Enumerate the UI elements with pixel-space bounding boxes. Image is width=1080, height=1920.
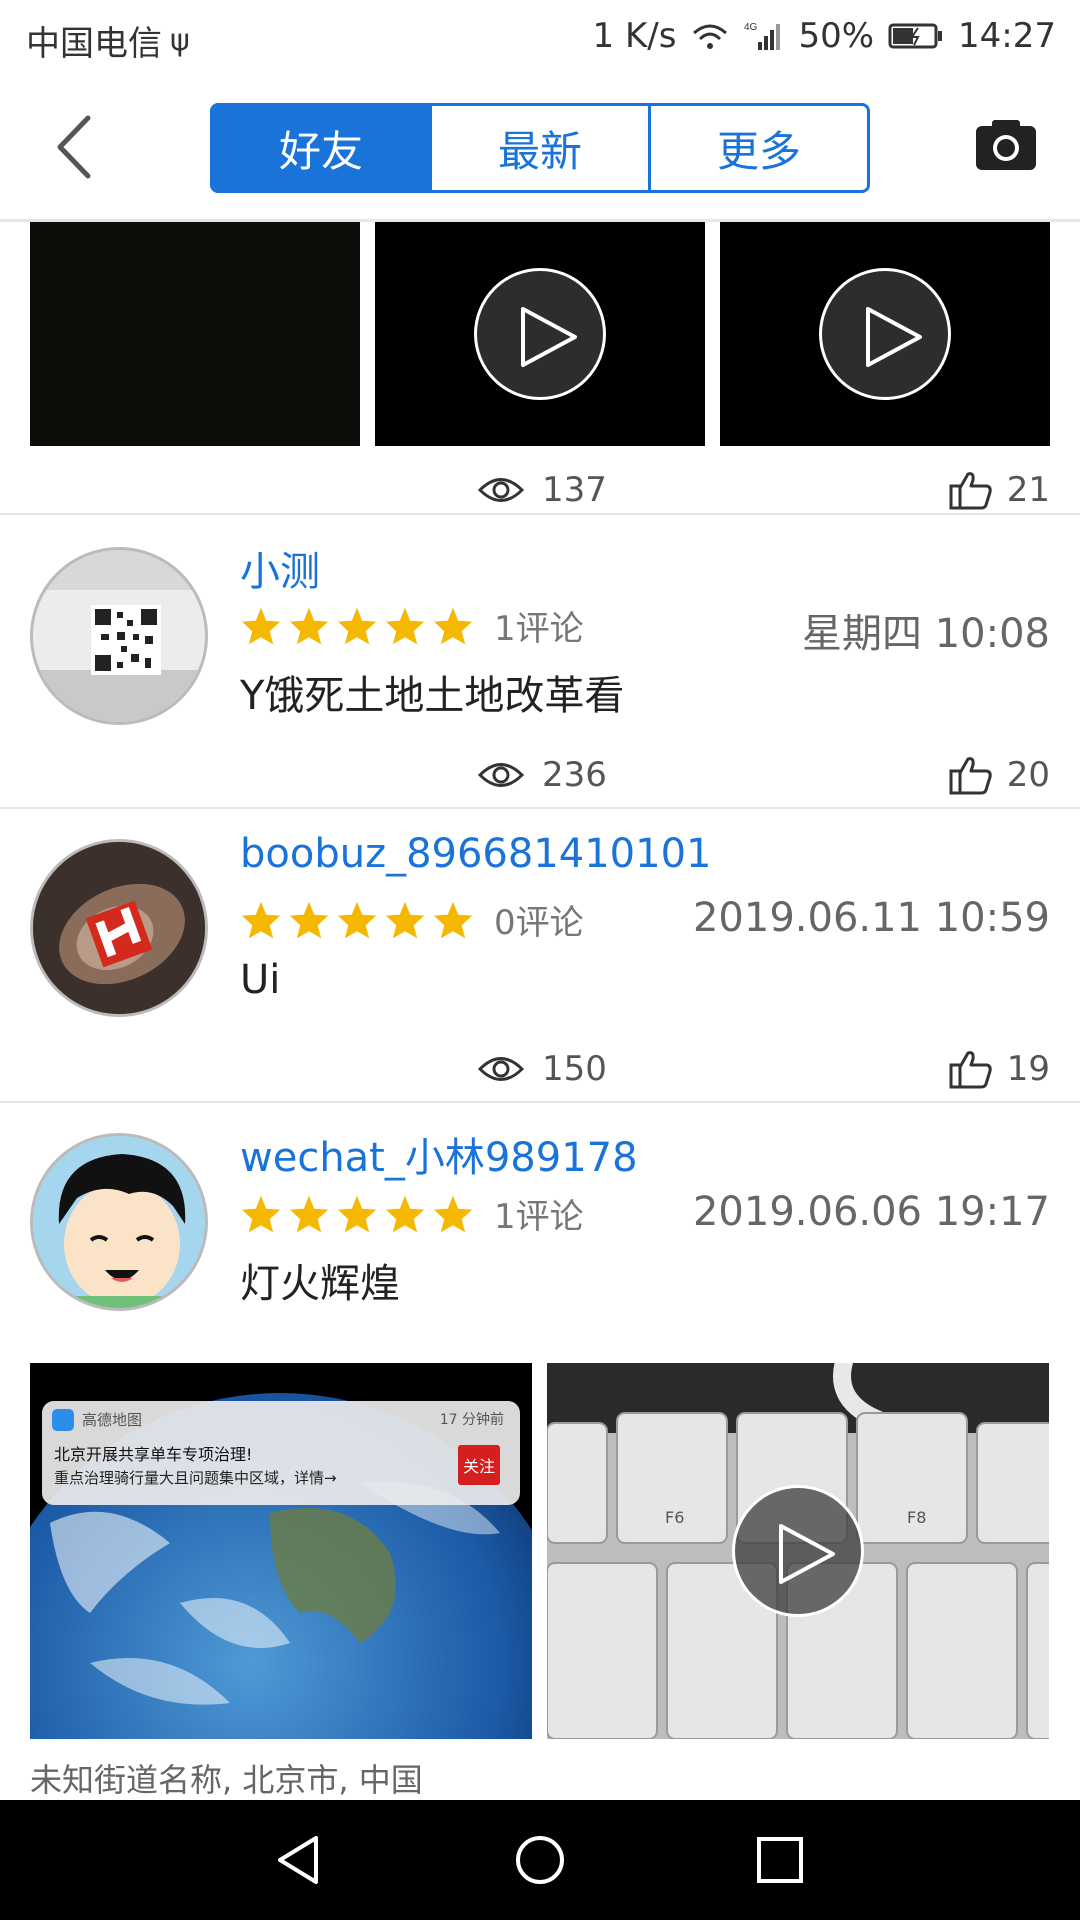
avatar[interactable] bbox=[30, 839, 208, 1017]
nav-recents-icon[interactable] bbox=[750, 1830, 810, 1890]
svg-text:F8: F8 bbox=[907, 1508, 926, 1527]
nav-back-icon[interactable] bbox=[270, 1830, 330, 1890]
thumbs-up-icon bbox=[949, 757, 992, 795]
star-rating: 1评论 bbox=[240, 601, 584, 650]
notification-card: 高德地图 17 分钟前 北京开展共享单车专项治理! 重点治理骑行量大且问题集中区… bbox=[42, 1401, 520, 1505]
username[interactable]: boobuz_896681410101 bbox=[240, 831, 711, 877]
star-icon bbox=[241, 607, 281, 644]
like-button[interactable]: 20 bbox=[949, 755, 1050, 795]
username[interactable]: 小测 bbox=[240, 539, 320, 597]
status-bar: 中国电信 ψ 1 K/s 4G 50% 14:27 bbox=[0, 0, 1080, 76]
play-icon[interactable] bbox=[474, 268, 606, 400]
star-icon bbox=[433, 1195, 473, 1232]
view-count: 137 bbox=[542, 470, 607, 510]
eye-icon bbox=[478, 763, 524, 787]
notification-time: 17 分钟前 bbox=[439, 1412, 504, 1428]
star-rating: 1评论 bbox=[240, 1189, 584, 1238]
star-icon bbox=[337, 1195, 377, 1232]
wifi-icon bbox=[693, 24, 728, 49]
svg-text:4G: 4G bbox=[744, 22, 758, 33]
star-icon bbox=[241, 901, 281, 938]
post-content: Y饿死土地土地改革看 bbox=[240, 673, 625, 719]
username[interactable]: wechat_小林989178 bbox=[240, 1125, 638, 1183]
video-thumbnail[interactable] bbox=[720, 222, 1050, 446]
net-speed: 1 K/s bbox=[592, 16, 677, 56]
post-time: 星期四 10:08 bbox=[802, 611, 1050, 657]
like-count: 21 bbox=[1006, 470, 1050, 510]
svg-text:F6: F6 bbox=[665, 1508, 684, 1527]
notification-title: 北京开展共享单车专项治理! bbox=[54, 1445, 253, 1464]
star-icon bbox=[385, 607, 425, 644]
post-item[interactable]: wechat_小林989178 1评论 2019.06.06 19:17 灯火辉… bbox=[0, 1103, 1080, 1800]
play-icon[interactable] bbox=[819, 268, 951, 400]
tab-friends[interactable]: 好友 bbox=[213, 106, 432, 190]
like-count: 19 bbox=[1006, 1049, 1050, 1089]
comment-count[interactable]: 1评论 bbox=[494, 1189, 584, 1238]
notification-body: 重点治理骑行量大且问题集中区域，详情→ bbox=[54, 1469, 337, 1487]
post-item[interactable]: boobuz_896681410101 0评论 2019.06.11 10:59… bbox=[0, 809, 1080, 1101]
media-grid: 高德地图 17 分钟前 北京开展共享单车专项治理! 重点治理骑行量大且问题集中区… bbox=[30, 1363, 1049, 1739]
star-rating: 0评论 bbox=[240, 895, 584, 944]
video-thumbnail[interactable] bbox=[375, 222, 705, 446]
tab-more[interactable]: 更多 bbox=[651, 106, 867, 190]
notification-app: 高德地图 bbox=[82, 1411, 143, 1429]
thumbs-up-icon bbox=[949, 1051, 992, 1089]
eye-icon bbox=[478, 478, 524, 502]
post-location: 未知街道名称, 北京市, 中国 bbox=[30, 1761, 423, 1799]
view-count: 236 bbox=[542, 755, 607, 795]
media-grid bbox=[30, 222, 1050, 446]
tab-latest[interactable]: 最新 bbox=[432, 106, 651, 190]
comment-count[interactable]: 1评论 bbox=[494, 601, 584, 650]
map-app-icon bbox=[52, 1409, 74, 1431]
carrier-label: 中国电信 bbox=[26, 24, 162, 64]
post-content: 灯火辉煌 bbox=[240, 1261, 400, 1307]
post-stats: 236 20 bbox=[0, 747, 1080, 807]
avatar[interactable] bbox=[30, 1133, 208, 1311]
post-time: 2019.06.06 19:17 bbox=[692, 1189, 1050, 1235]
avatar[interactable] bbox=[30, 547, 208, 725]
star-icon bbox=[241, 1195, 281, 1232]
star-icon bbox=[433, 901, 473, 938]
nav-home-icon[interactable] bbox=[510, 1830, 570, 1890]
signal-icon: 4G bbox=[744, 22, 781, 50]
thumbs-up-icon bbox=[949, 472, 992, 510]
tab-group: 好友 最新 更多 bbox=[210, 103, 870, 193]
star-icon bbox=[289, 901, 329, 938]
post-stats: 150 19 bbox=[0, 1041, 1080, 1101]
star-icon bbox=[433, 607, 473, 644]
follow-button: 关注 bbox=[458, 1445, 500, 1485]
like-button[interactable]: 19 bbox=[949, 1049, 1050, 1089]
photo-thumbnail[interactable]: 高德地图 17 分钟前 北京开展共享单车专项治理! 重点治理骑行量大且问题集中区… bbox=[30, 1363, 532, 1739]
post-item[interactable]: 小测 1评论 星期四 10:08 Y饿死土地土地改革看 236 20 bbox=[0, 515, 1080, 807]
view-count: 150 bbox=[542, 1049, 607, 1089]
battery-percent: 50% bbox=[798, 16, 875, 56]
camera-icon[interactable] bbox=[974, 116, 1038, 174]
clock: 14:27 bbox=[958, 16, 1056, 56]
post-time: 2019.06.11 10:59 bbox=[692, 895, 1050, 941]
star-icon bbox=[337, 607, 377, 644]
star-icon bbox=[289, 607, 329, 644]
system-nav-bar bbox=[0, 1800, 1080, 1920]
video-thumbnail[interactable]: F6 F8 bbox=[547, 1363, 1049, 1739]
star-icon bbox=[337, 901, 377, 938]
star-icon bbox=[385, 1195, 425, 1232]
comment-count[interactable]: 0评论 bbox=[494, 895, 584, 944]
like-count: 20 bbox=[1006, 755, 1050, 795]
battery-icon bbox=[888, 23, 943, 49]
eye-icon bbox=[478, 1057, 524, 1081]
play-icon[interactable] bbox=[732, 1485, 864, 1617]
back-icon[interactable] bbox=[48, 112, 108, 182]
like-button[interactable]: 21 bbox=[949, 470, 1050, 510]
star-icon bbox=[289, 1195, 329, 1232]
post-content: Ui bbox=[240, 957, 281, 1003]
feed-list: 137 21 小测 1评论 星期四 10:08 Y饿死土地土地改革看 236 2… bbox=[0, 222, 1080, 1800]
usb-icon: ψ bbox=[170, 23, 190, 58]
top-bar: 好友 最新 更多 bbox=[0, 76, 1080, 222]
star-icon bbox=[385, 901, 425, 938]
photo-thumbnail[interactable] bbox=[30, 222, 360, 446]
